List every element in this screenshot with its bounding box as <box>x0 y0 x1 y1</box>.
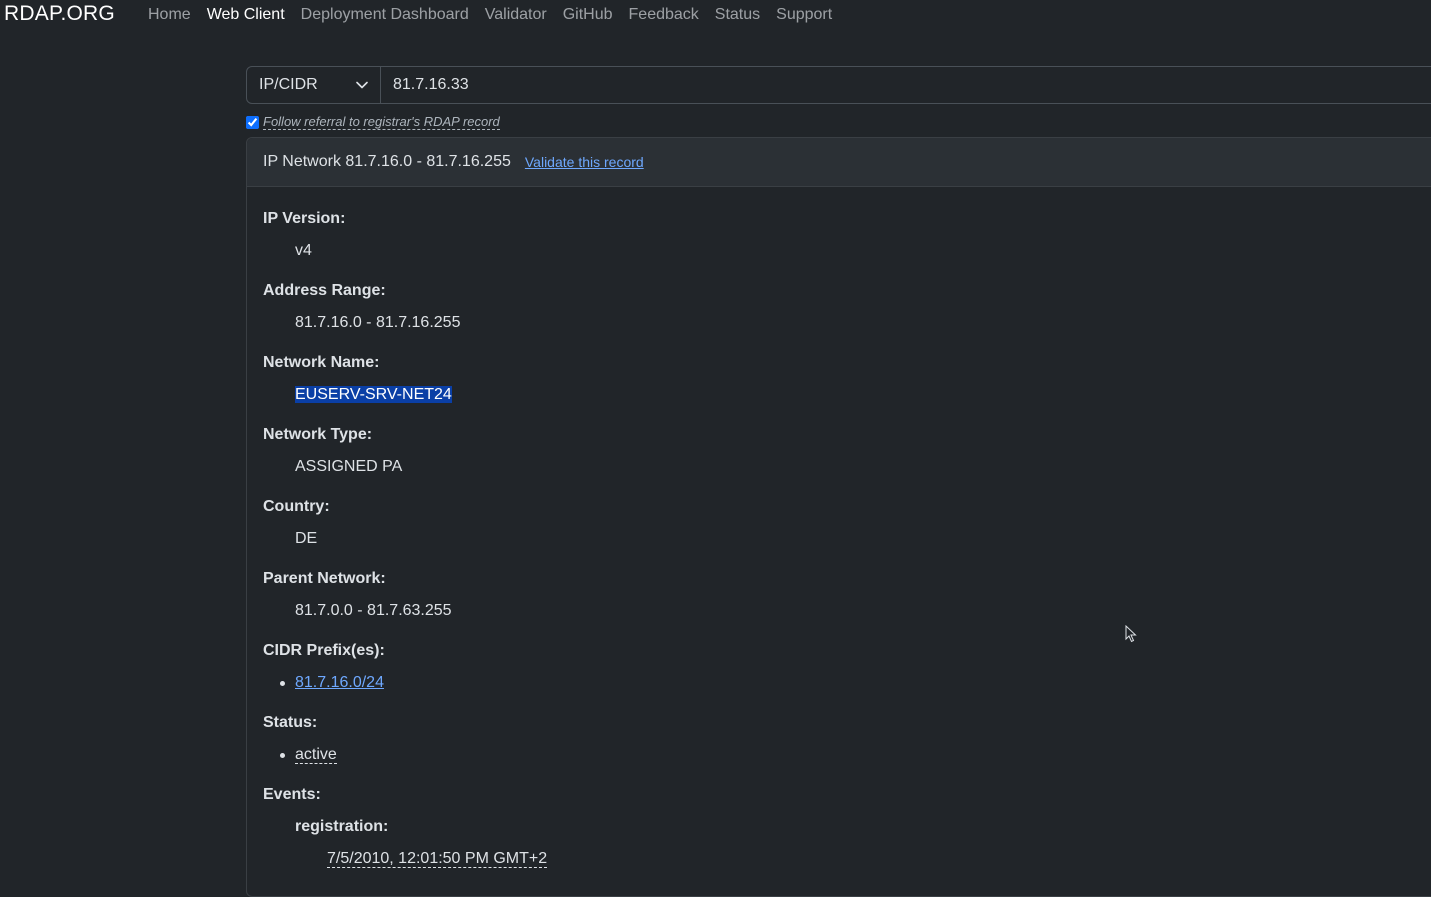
network-type-label: Network Type: <box>263 426 373 443</box>
brand-logo[interactable]: RDAP.ORG <box>4 2 115 26</box>
result-title: IP Network 81.7.16.0 - 81.7.16.255 <box>263 153 511 170</box>
query-type-select[interactable]: IP/CIDR <box>246 66 381 104</box>
result-fields: IP Version: v4 Address Range: 81.7.16.0 … <box>263 203 1429 875</box>
events-list: registration: 7/5/2010, 12:01:50 PM GMT+… <box>263 811 1429 875</box>
query-type-value: IP/CIDR <box>259 76 318 93</box>
ip-version-label: IP Version: <box>263 210 346 227</box>
address-range-value: 81.7.16.0 - 81.7.16.255 <box>295 314 461 331</box>
result-card-header: IP Network 81.7.16.0 - 81.7.16.255 Valid… <box>247 138 1431 187</box>
cidr-prefixes-label: CIDR Prefix(es): <box>263 642 385 659</box>
search-form: IP/CIDR <box>246 66 1431 104</box>
nav-link-home[interactable]: Home <box>148 6 191 24</box>
events-block: registration: 7/5/2010, 12:01:50 PM GMT+… <box>263 811 1429 875</box>
cidr-prefixes-list-wrap: 81.7.16.0/24 <box>263 667 1429 699</box>
validate-record-link[interactable]: Validate this record <box>525 154 644 170</box>
country-value: DE <box>295 530 318 547</box>
network-name-label: Network Name: <box>263 354 380 371</box>
nav-link-support[interactable]: Support <box>776 6 832 24</box>
network-type-value: ASSIGNED PA <box>295 458 403 475</box>
network-name-value[interactable]: EUSERV-SRV-NET24 <box>295 386 452 403</box>
ip-version-value: v4 <box>295 242 312 259</box>
chevron-down-icon <box>356 81 368 89</box>
status-list-wrap: active <box>263 739 1429 771</box>
status-label: Status: <box>263 714 318 731</box>
parent-network-label: Parent Network: <box>263 570 386 587</box>
follow-referral-row: Follow referral to registrar's RDAP reco… <box>246 114 500 130</box>
mouse-pointer-icon <box>1125 625 1137 643</box>
registration-date[interactable]: 7/5/2010, 12:01:50 PM GMT+2 <box>327 850 548 868</box>
registration-row: 7/5/2010, 12:01:50 PM GMT+2 <box>327 843 1429 875</box>
nav-links: Home Web Client Deployment Dashboard Val… <box>148 6 848 24</box>
parent-network-value: 81.7.0.0 - 81.7.63.255 <box>295 602 452 619</box>
query-input[interactable] <box>381 66 1431 104</box>
nav-link-deployment-dashboard[interactable]: Deployment Dashboard <box>301 6 469 24</box>
top-navbar: RDAP.ORG Home Web Client Deployment Dash… <box>0 0 1431 32</box>
cidr-prefix-link[interactable]: 81.7.16.0/24 <box>295 674 384 691</box>
country-label: Country: <box>263 498 330 515</box>
follow-referral-label[interactable]: Follow referral to registrar's RDAP reco… <box>263 114 500 130</box>
list-item: 81.7.16.0/24 <box>280 667 1429 699</box>
network-name-row: EUSERV-SRV-NET24 <box>295 379 1429 411</box>
status-value[interactable]: active <box>295 746 337 764</box>
address-range-label: Address Range: <box>263 282 386 299</box>
registration-label: registration: <box>295 818 389 835</box>
status-list: active <box>263 739 1429 771</box>
nav-link-status[interactable]: Status <box>715 6 760 24</box>
nav-link-web-client[interactable]: Web Client <box>207 6 285 24</box>
nav-link-github[interactable]: GitHub <box>563 6 613 24</box>
nav-link-validator[interactable]: Validator <box>485 6 547 24</box>
list-item: active <box>280 739 1429 771</box>
result-card: IP Network 81.7.16.0 - 81.7.16.255 Valid… <box>246 137 1431 897</box>
events-label: Events: <box>263 786 321 803</box>
nav-link-feedback[interactable]: Feedback <box>629 6 699 24</box>
follow-referral-checkbox[interactable] <box>246 115 259 129</box>
result-card-body: IP Version: v4 Address Range: 81.7.16.0 … <box>247 187 1431 875</box>
cidr-prefixes-list: 81.7.16.0/24 <box>263 667 1429 699</box>
